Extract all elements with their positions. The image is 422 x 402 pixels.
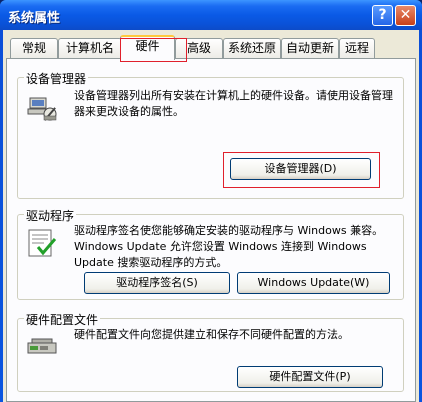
hardware-tab-panel: 设备管理器 设备管理器列出所有安装在计算机上的硬件设备。请使用设备管理器来更改设…: [6, 58, 416, 402]
title-bar[interactable]: 系统属性 ? ✕: [0, 0, 422, 30]
device-manager-group-title: 设备管理器: [24, 70, 89, 87]
tab-automatic-updates[interactable]: 自动更新: [281, 38, 339, 59]
system-properties-window: 系统属性 ? ✕ 常规 计算机名 硬件 高级 系统还原 自动更新 远程 设备管理…: [0, 0, 422, 402]
hardware-profiles-description: 硬件配置文件向您提供建立和保存不同硬件配置的方法。: [74, 328, 349, 341]
device-manager-group: 设备管理器 设备管理器列出所有安装在计算机上的硬件设备。请使用设备管理器来更改设…: [17, 70, 404, 199]
device-manager-description: 设备管理器列出所有安装在计算机上的硬件设备。请使用设备管理器来更改设备的属性。: [74, 89, 393, 118]
device-manager-icon: [26, 92, 58, 124]
drivers-group: 驱动程序 驱动程序签名使您能够确定安装的驱动程序与 Windows 兼容。Win…: [17, 207, 404, 300]
tab-advanced[interactable]: 高级: [175, 38, 223, 59]
tab-computer-name[interactable]: 计算机名: [58, 38, 122, 59]
tab-system-restore[interactable]: 系统还原: [223, 38, 281, 59]
device-manager-button[interactable]: 设备管理器(D): [230, 158, 371, 180]
driver-signing-button[interactable]: 驱动程序签名(S): [84, 272, 230, 294]
close-button[interactable]: ✕: [395, 5, 416, 26]
tab-strip: 常规 计算机名 硬件 高级 系统还原 自动更新 远程: [6, 35, 416, 62]
tab-hardware[interactable]: 硬件: [120, 35, 175, 60]
tab-remote[interactable]: 远程: [339, 38, 375, 59]
dialog-client-area: 常规 计算机名 硬件 高级 系统还原 自动更新 远程 设备管理器 设备管理器列出…: [3, 30, 419, 402]
hardware-profiles-group-title: 硬件配置文件: [24, 311, 101, 328]
drivers-group-title: 驱动程序: [24, 207, 77, 224]
drivers-description: 驱动程序签名使您能够确定安装的驱动程序与 Windows 兼容。Windows …: [74, 224, 384, 269]
hardware-profiles-group: 硬件配置文件 硬件配置文件向您提供建立和保存不同硬件配置的方法。 硬件配置文件(…: [17, 311, 404, 392]
help-button[interactable]: ?: [372, 5, 393, 26]
hardware-profiles-button[interactable]: 硬件配置文件(P): [237, 366, 383, 388]
tab-general[interactable]: 常规: [10, 38, 58, 59]
windows-update-button[interactable]: Windows Update(W): [237, 272, 390, 294]
hardware-profile-icon: [26, 329, 58, 361]
driver-signing-icon: [26, 227, 58, 259]
window-title: 系统属性: [8, 11, 61, 26]
